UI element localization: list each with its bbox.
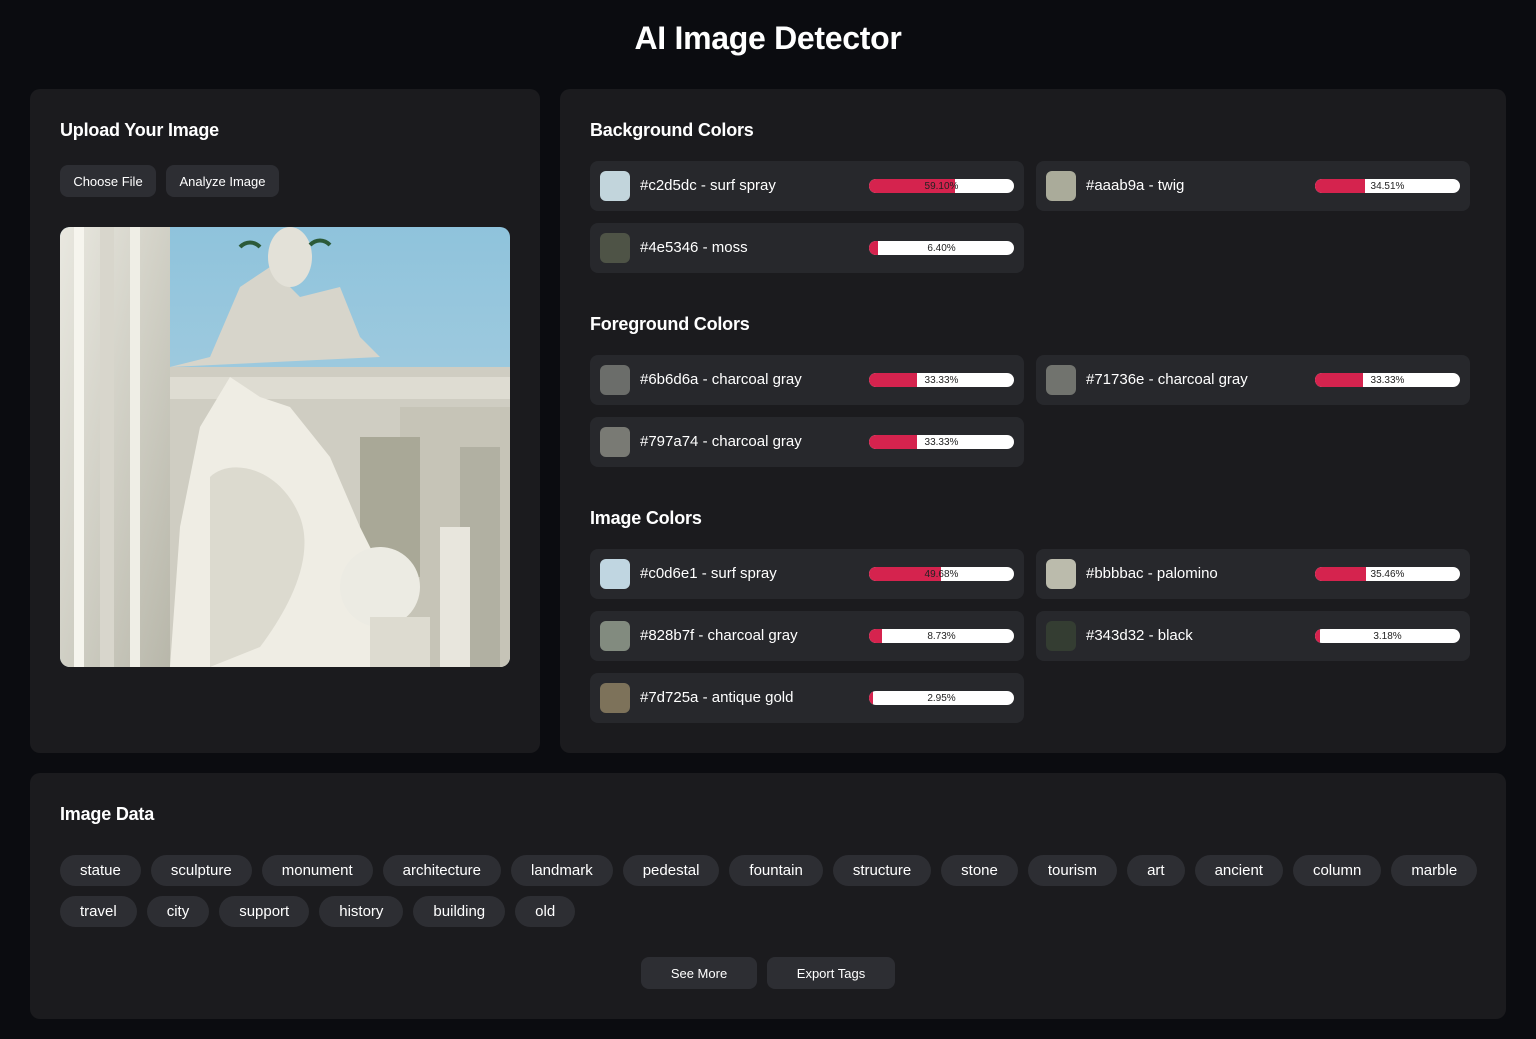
percentage-text: 35.46% — [1370, 568, 1405, 580]
percentage-bar: 3.18% — [1315, 629, 1460, 643]
percentage-bar: 59.10% — [869, 179, 1014, 193]
percentage-bar: 2.95% — [869, 691, 1014, 705]
percentage-bar: 6.40% — [869, 241, 1014, 255]
tag-chip[interactable]: old — [515, 896, 576, 927]
image-data-heading: Image Data — [60, 804, 155, 824]
color-card: #7d725a - antique gold 2.95% — [590, 673, 1024, 723]
color-label: #828b7f - charcoal gray — [640, 627, 798, 644]
percentage-text: 59.10% — [924, 180, 959, 192]
color-card: #6b6d6a - charcoal gray 33.33% — [590, 355, 1024, 405]
percentage-text: 2.95% — [927, 692, 956, 704]
color-card: #c2d5dc - surf spray 59.10% — [590, 161, 1024, 211]
percentage-text: 3.18% — [1373, 630, 1402, 642]
color-swatch — [600, 171, 630, 201]
color-swatch — [1046, 365, 1076, 395]
image-colors-heading: Image Colors — [590, 508, 702, 528]
color-swatch — [1046, 559, 1076, 589]
tag-chip[interactable]: fountain — [729, 855, 823, 886]
tag-chip[interactable]: ancient — [1194, 855, 1283, 886]
tag-chip[interactable]: marble — [1391, 855, 1478, 886]
tag-chip[interactable]: support — [219, 896, 310, 927]
color-card: #343d32 - black 3.18% — [1036, 611, 1470, 661]
color-card: #bbbbac - palomino 35.46% — [1036, 549, 1470, 599]
percentage-text: 6.40% — [927, 242, 956, 254]
image-colors-list: #c0d6e1 - surf spray 49.68% #bbbbac - palo… — [590, 549, 1470, 723]
color-card: #797a74 - charcoal gray 33.33% — [590, 417, 1024, 467]
color-card: #aaab9a - twig 34.51% — [1036, 161, 1470, 211]
page-title: AI Image Detector — [634, 20, 902, 56]
background-colors-list: #c2d5dc - surf spray 59.10% #aaab9a - twig… — [590, 161, 1470, 273]
color-swatch — [1046, 171, 1076, 201]
tag-chip[interactable]: column — [1292, 855, 1382, 886]
tag-chip[interactable]: travel — [60, 896, 137, 927]
percentage-text: 33.33% — [1370, 374, 1405, 386]
percentage-text: 34.51% — [1370, 180, 1405, 192]
percentage-text: 49.68% — [924, 568, 959, 580]
color-label: #797a74 - charcoal gray — [640, 433, 802, 450]
color-swatch — [600, 621, 630, 651]
tag-chip[interactable]: landmark — [511, 855, 613, 886]
color-swatch — [600, 365, 630, 395]
color-label: #343d32 - black — [1086, 627, 1193, 644]
uploaded-image-preview — [60, 227, 510, 667]
color-label: #bbbbac - palomino — [1086, 565, 1218, 582]
color-label: #7d725a - antique gold — [640, 689, 794, 706]
tag-chip[interactable]: monument — [261, 855, 373, 886]
color-label: #4e5346 - moss — [640, 239, 748, 256]
tag-chip[interactable]: architecture — [382, 855, 501, 886]
percentage-text: 33.33% — [924, 374, 959, 386]
foreground-colors-heading: Foreground Colors — [590, 314, 750, 334]
tag-chip[interactable]: stone — [941, 855, 1018, 886]
foreground-colors-list: #6b6d6a - charcoal gray 33.33% #71736e - c… — [590, 355, 1470, 467]
color-label: #6b6d6a - charcoal gray — [640, 371, 802, 388]
color-swatch — [600, 559, 630, 589]
color-card: #4e5346 - moss 6.40% — [590, 223, 1024, 273]
choose-file-button[interactable]: Choose File — [60, 165, 156, 197]
analyze-image-button[interactable]: Analyze Image — [166, 165, 279, 197]
tag-chip[interactable]: pedestal — [622, 855, 720, 886]
image-data-panel: Image Data statue sculpture monument archit… — [30, 773, 1506, 1019]
color-card: #c0d6e1 - surf spray 49.68% — [590, 549, 1024, 599]
upload-heading: Upload Your Image — [60, 120, 219, 140]
color-label: #71736e - charcoal gray — [1086, 371, 1248, 388]
color-label: #aaab9a - twig — [1086, 177, 1185, 194]
colors-panel: Background Colors #c2d5dc - surf spray 59… — [560, 89, 1506, 753]
color-card: #828b7f - charcoal gray 8.73% — [590, 611, 1024, 661]
color-swatch — [1046, 621, 1076, 651]
tag-chip[interactable]: sculpture — [150, 855, 252, 886]
upload-panel: Upload Your Image Choose File Analyze Im… — [30, 89, 540, 753]
percentage-bar: 34.51% — [1315, 179, 1460, 193]
percentage-bar: 8.73% — [869, 629, 1014, 643]
percentage-text: 33.33% — [924, 436, 959, 448]
tag-list: statue sculpture monument architecture landm… — [60, 855, 1480, 927]
tag-chip[interactable]: tourism — [1027, 855, 1118, 886]
tag-chip[interactable]: statue — [60, 855, 141, 886]
percentage-bar: 33.33% — [869, 435, 1014, 449]
color-label: #c0d6e1 - surf spray — [640, 565, 777, 582]
tag-chip[interactable]: art — [1127, 855, 1185, 886]
color-swatch — [600, 683, 630, 713]
tag-chip[interactable]: building — [413, 896, 506, 927]
percentage-bar: 33.33% — [869, 373, 1014, 387]
percentage-text: 8.73% — [927, 630, 956, 642]
see-more-button[interactable]: See More — [641, 957, 757, 989]
background-colors-heading: Background Colors — [590, 120, 754, 140]
percentage-bar: 49.68% — [869, 567, 1014, 581]
color-label: #c2d5dc - surf spray — [640, 177, 776, 194]
color-swatch — [600, 427, 630, 457]
percentage-bar: 33.33% — [1315, 373, 1460, 387]
tag-chip[interactable]: city — [146, 896, 210, 927]
color-card: #71736e - charcoal gray 33.33% — [1036, 355, 1470, 405]
color-swatch — [600, 233, 630, 263]
export-tags-button[interactable]: Export Tags — [767, 957, 895, 989]
tag-chip[interactable]: structure — [832, 855, 932, 886]
tag-chip[interactable]: history — [319, 896, 404, 927]
percentage-bar: 35.46% — [1315, 567, 1460, 581]
